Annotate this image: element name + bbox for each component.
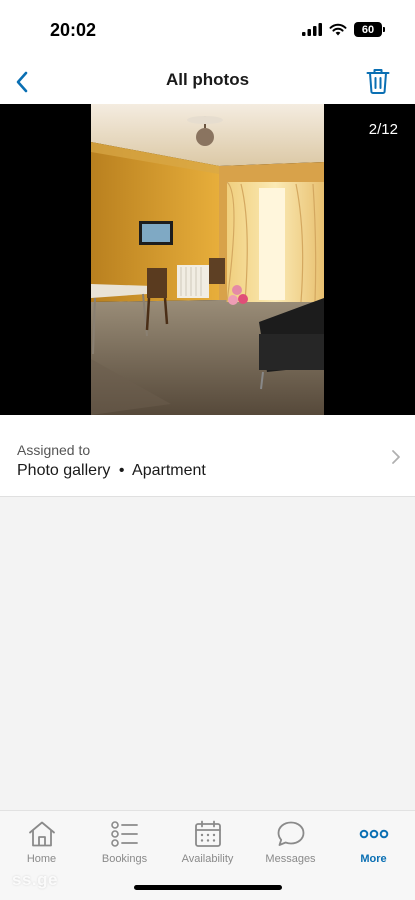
watermark-logo: ss.ge: [12, 870, 58, 889]
assigned-separator: •: [118, 462, 125, 479]
wifi-icon: [329, 23, 347, 36]
photo-counter: 2/12: [368, 121, 398, 138]
battery-level: 60: [361, 23, 375, 36]
signal-icon: [302, 23, 322, 36]
tab-more-label: More: [360, 853, 387, 865]
status-bar: 20:02 60: [0, 0, 415, 60]
nav-bar: All photos: [0, 60, 415, 104]
battery-icon: 60: [354, 22, 385, 37]
home-indicator: [134, 885, 282, 890]
assigned-gallery: Photo gallery: [17, 462, 111, 479]
room-photo[interactable]: [91, 104, 324, 415]
tab-availability-label: Availability: [181, 853, 234, 865]
home-icon: [28, 821, 55, 847]
list-icon: [110, 821, 138, 847]
chevron-right-icon: [392, 450, 400, 464]
photo-viewer[interactable]: 2/12: [0, 104, 415, 415]
assigned-label: Assigned to: [17, 442, 91, 458]
assigned-property: Apartment: [132, 462, 206, 479]
delete-photo-button[interactable]: [363, 66, 393, 96]
status-time: 20:02: [50, 20, 97, 40]
status-icons: 60: [302, 22, 385, 37]
tab-home-label: Home: [26, 853, 57, 865]
more-dots-icon: [359, 829, 388, 839]
page-title: All photos: [165, 70, 250, 89]
assigned-to-row[interactable]: Assigned to Photo gallery • Apartment: [0, 415, 415, 497]
chevron-left-icon: [16, 71, 28, 93]
chat-bubble-icon: [277, 821, 304, 846]
assigned-value: Photo gallery • Apartment: [17, 462, 206, 480]
calendar-icon: [194, 820, 221, 847]
back-button[interactable]: [4, 62, 40, 102]
tab-bookings-label: Bookings: [101, 853, 148, 865]
trash-icon: [366, 69, 390, 94]
tab-more[interactable]: More: [332, 811, 415, 900]
tab-messages-label: Messages: [265, 853, 316, 865]
